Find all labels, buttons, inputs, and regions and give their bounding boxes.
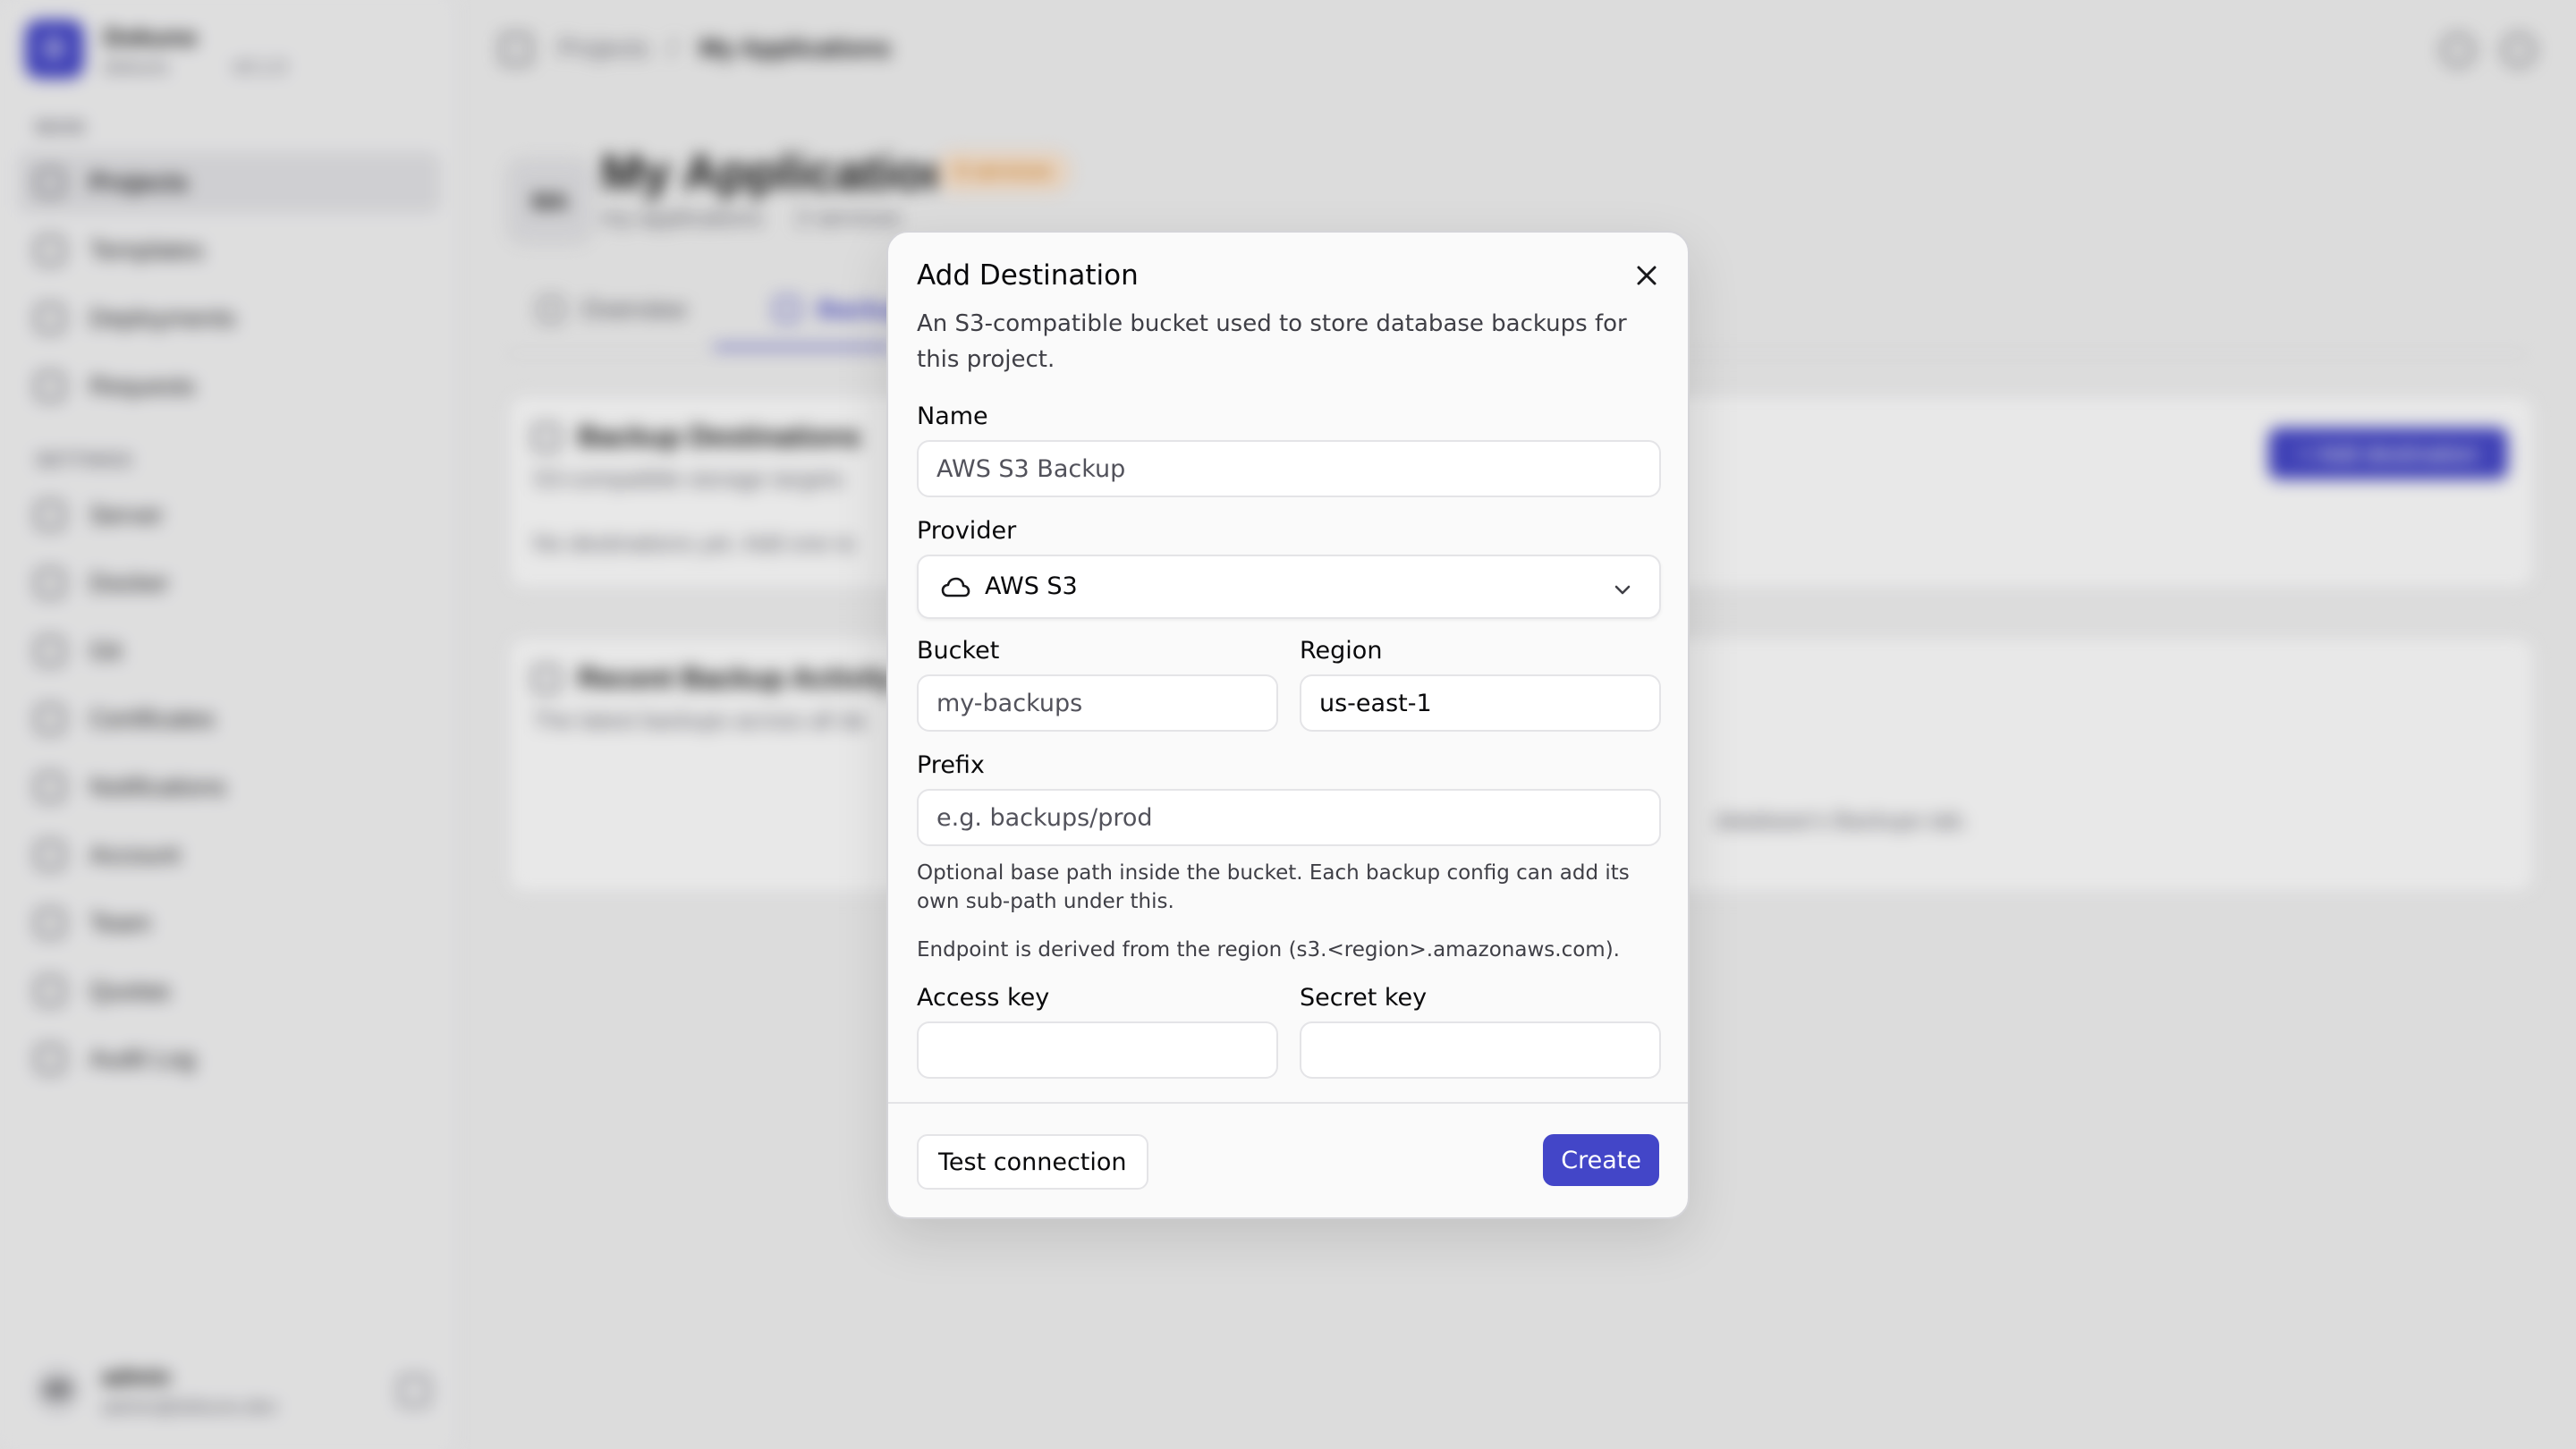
test-connection-button[interactable]: Test connection <box>917 1134 1148 1190</box>
provider-value: AWS S3 <box>985 572 1078 600</box>
access-key-field[interactable] <box>917 1021 1278 1079</box>
name-field[interactable] <box>917 440 1661 497</box>
dialog-title: Add Destination <box>917 259 1139 292</box>
name-label: Name <box>917 402 988 430</box>
provider-label: Provider <box>917 517 1017 545</box>
bucket-field[interactable] <box>917 674 1278 732</box>
dialog-description: An S3-compatible bucket used to store da… <box>917 310 1627 373</box>
secret-key-label: Secret key <box>1300 984 1428 1012</box>
secret-key-field[interactable] <box>1300 1021 1661 1079</box>
chevron-down-icon <box>1613 580 1632 599</box>
x-icon <box>1637 266 1657 285</box>
endpoint-help-text: Endpoint is derived from the region (s3.… <box>917 938 1620 962</box>
region-label: Region <box>1300 637 1383 665</box>
dialog-footer-divider <box>888 1102 1688 1104</box>
create-button[interactable]: Create <box>1543 1134 1659 1186</box>
prefix-label: Prefix <box>917 751 985 779</box>
provider-select[interactable]: AWS S3 <box>917 555 1661 619</box>
cloud-icon <box>940 574 970 601</box>
access-key-label: Access key <box>917 984 1050 1012</box>
prefix-help-text: Optional base path inside the bucket. Ea… <box>917 861 1630 913</box>
prefix-field[interactable] <box>917 789 1661 846</box>
close-icon[interactable] <box>1631 259 1663 292</box>
bucket-label: Bucket <box>917 637 1000 665</box>
region-field[interactable] <box>1300 674 1661 732</box>
add-destination-dialog: Add Destination An S3-compatible bucket … <box>886 231 1690 1219</box>
